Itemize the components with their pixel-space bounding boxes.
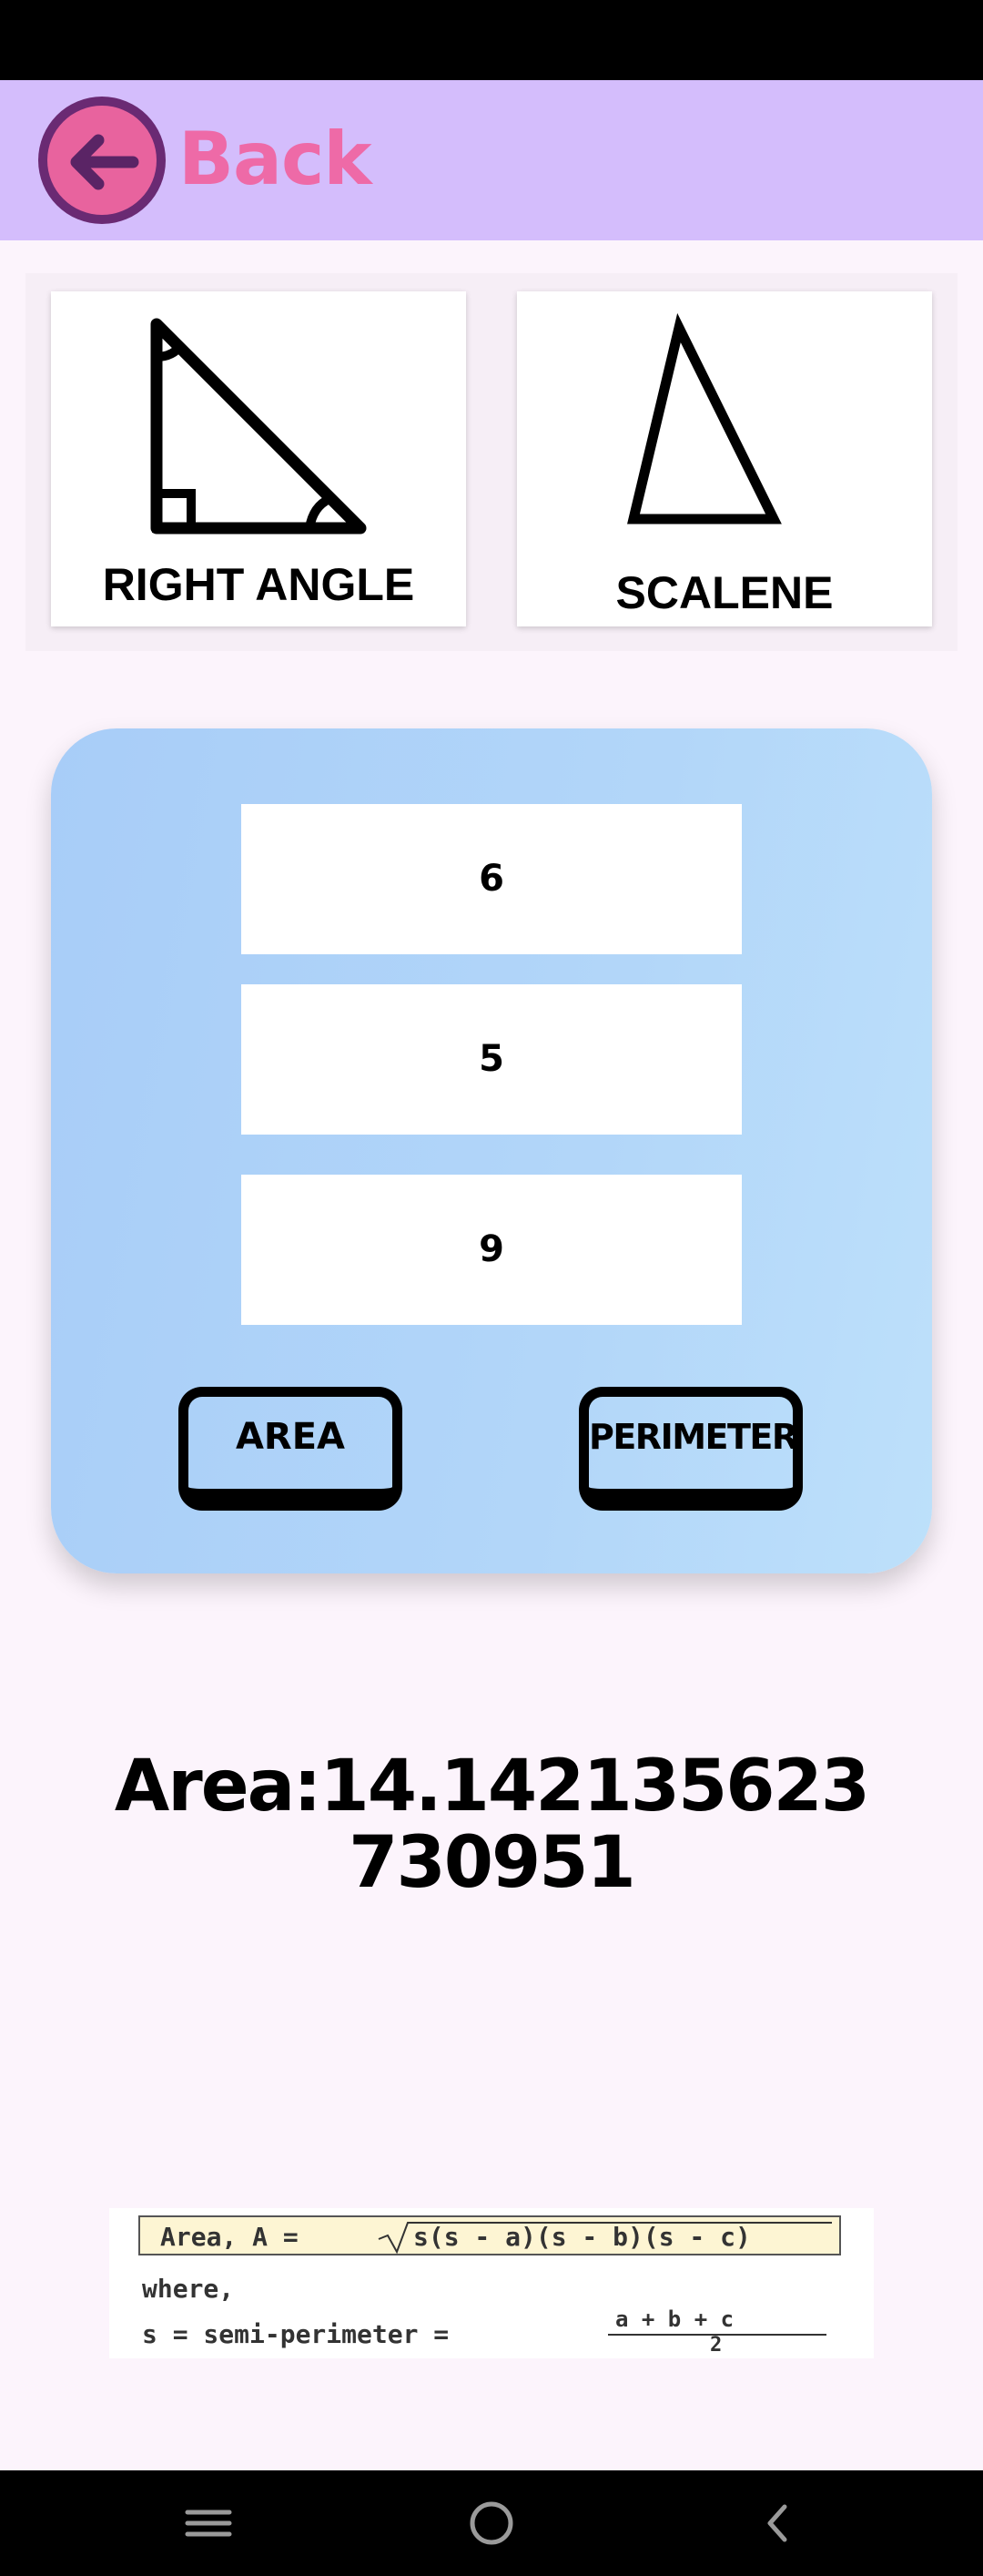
navigation-bar bbox=[0, 2470, 983, 2576]
side-a-input[interactable]: 6 bbox=[241, 804, 742, 954]
scalene-label: SCALENE bbox=[615, 567, 834, 618]
formula-denominator: 2 bbox=[710, 2334, 723, 2357]
right-triangle-icon bbox=[150, 318, 367, 535]
formula-numerator: a + b + c bbox=[615, 2306, 735, 2332]
scalene-card[interactable]: SCALENE bbox=[517, 291, 932, 626]
scalene-triangle-icon bbox=[627, 312, 782, 524]
perimeter-button[interactable]: PERIMETER bbox=[579, 1387, 803, 1511]
back-label[interactable]: Back bbox=[178, 109, 372, 209]
menu-icon[interactable] bbox=[185, 2510, 232, 2537]
right-angle-label: RIGHT ANGLE bbox=[102, 559, 415, 610]
formula-box: Area, A = s(s - a)(s - b)(s - c) bbox=[138, 2215, 841, 2255]
result-text: Area:14.142135623730951 bbox=[114, 1746, 870, 1904]
formula-semi-perimeter: s = semi-perimeter = bbox=[142, 2319, 450, 2349]
back-button[interactable] bbox=[38, 97, 166, 224]
status-bar bbox=[0, 0, 983, 80]
home-icon[interactable] bbox=[470, 2501, 513, 2545]
formula-where: where, bbox=[142, 2274, 235, 2304]
formula-area-label: Area, A = bbox=[160, 2222, 299, 2252]
back-nav-icon[interactable] bbox=[767, 2504, 787, 2542]
formula-radicand: s(s - a)(s - b)(s - c) bbox=[413, 2222, 751, 2252]
side-b-input[interactable]: 5 bbox=[241, 984, 742, 1135]
arrow-left-icon bbox=[70, 134, 139, 190]
heron-formula-image: Area, A = s(s - a)(s - b)(s - c) where, … bbox=[109, 2208, 874, 2358]
area-button[interactable]: AREA bbox=[178, 1387, 402, 1511]
side-c-input[interactable]: 9 bbox=[241, 1175, 742, 1325]
right-angle-card[interactable]: RIGHT ANGLE bbox=[51, 291, 466, 626]
